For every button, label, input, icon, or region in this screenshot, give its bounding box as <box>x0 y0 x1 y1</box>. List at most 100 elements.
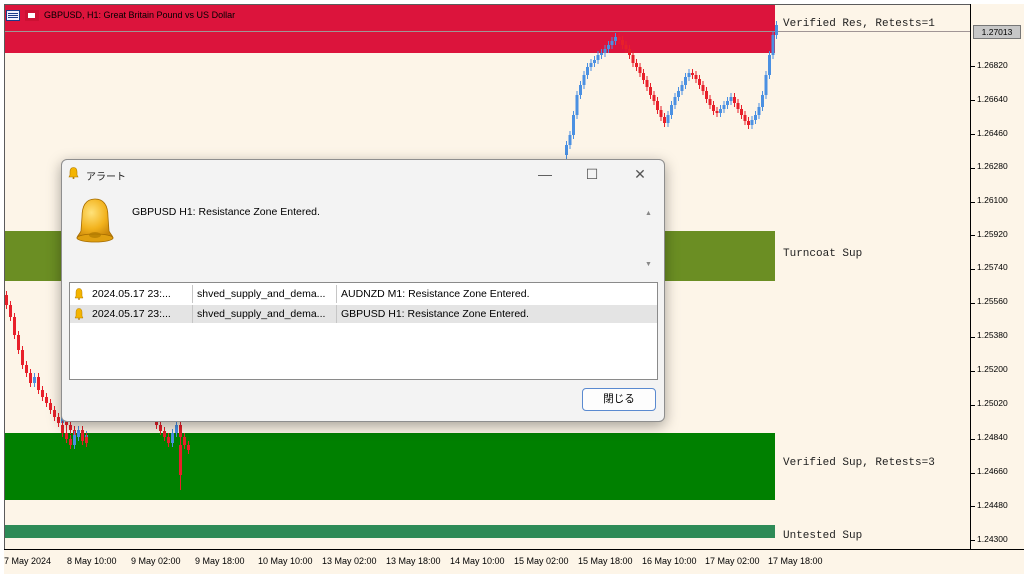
candle-body <box>736 103 740 109</box>
candle-body <box>747 121 750 125</box>
candle-body <box>673 97 677 105</box>
scroll-up-arrow-icon[interactable]: ▲ <box>645 210 652 217</box>
candle-body <box>642 73 645 80</box>
candle-body <box>631 55 635 63</box>
zone-label-untested-sup: Untested Sup <box>783 530 863 542</box>
candle-body <box>768 55 771 75</box>
zone-label-verified-sup: Verified Sup, Retests=3 <box>783 457 935 469</box>
candle-body <box>582 75 586 85</box>
candle-body <box>701 85 705 91</box>
price-axis-label: 1.24660 <box>977 466 1008 476</box>
candle-body <box>163 431 166 437</box>
zone-label-verified-res: Verified Res, Retests=1 <box>783 18 935 30</box>
candle-body <box>726 101 729 105</box>
candle-body <box>663 117 666 123</box>
alert-time: 2024.05.17 23:... <box>92 308 171 320</box>
time-axis-label: 8 May 10:00 <box>67 556 117 566</box>
alerts-list[interactable]: 2024.05.17 23:... shved_supply_and_dema.… <box>69 282 658 380</box>
candle-body <box>53 410 56 417</box>
candle-body <box>740 109 743 115</box>
dialog-title: アラート <box>86 172 126 183</box>
candle-body <box>722 105 726 109</box>
price-axis-label: 1.25560 <box>977 296 1008 306</box>
time-axis-label: 17 May 02:00 <box>705 556 760 566</box>
candle-body <box>649 87 652 95</box>
candle-body <box>659 110 663 117</box>
candle-body <box>761 95 764 107</box>
candle-body <box>635 63 638 67</box>
candle-body <box>764 75 768 95</box>
candle-body <box>775 25 778 35</box>
time-axis-label: 15 May 18:00 <box>578 556 633 566</box>
maximize-button[interactable]: ☐ <box>577 164 607 184</box>
candle-body <box>656 101 659 110</box>
alert-source: shved_supply_and_dema... <box>192 285 336 303</box>
candle-body <box>680 85 684 91</box>
candle-body <box>705 91 708 99</box>
candle-body <box>572 115 575 135</box>
candle-body <box>743 115 747 121</box>
candle-body <box>712 105 715 111</box>
time-axis-label: 10 May 10:00 <box>258 556 313 566</box>
candle-body <box>589 63 593 67</box>
price-axis-label: 1.25380 <box>977 330 1008 340</box>
candle-body <box>708 99 712 105</box>
price-axis-label: 1.26640 <box>977 94 1008 104</box>
price-axis-label: 1.26280 <box>977 161 1008 171</box>
alert-source: shved_supply_and_dema... <box>192 305 336 323</box>
close-button[interactable]: 閉じる <box>582 388 656 411</box>
candle-body <box>37 377 40 390</box>
price-axis-label: 1.25200 <box>977 364 1008 374</box>
candle-body <box>29 373 32 383</box>
chart-title: GBPUSD, H1: Great Britain Pound vs US Do… <box>44 10 236 20</box>
time-axis-label: 15 May 02:00 <box>514 556 569 566</box>
candle-body <box>9 305 12 317</box>
close-window-button[interactable]: ✕ <box>625 164 655 184</box>
candle-body <box>694 75 698 79</box>
time-axis-label: 9 May 02:00 <box>131 556 181 566</box>
candle-body <box>733 97 736 103</box>
price-axis-label: 1.24480 <box>977 500 1008 510</box>
candle-body <box>73 435 76 445</box>
bell-icon <box>68 167 79 179</box>
price-axis[interactable]: 1.27013 1.26820 1.26640 1.26460 1.26280 … <box>970 4 1024 549</box>
price-axis-label: 1.25740 <box>977 262 1008 272</box>
candle-body <box>715 111 719 113</box>
alert-message: GBPUSD H1: Resistance Zone Entered. <box>132 206 320 218</box>
trade-panel-icon[interactable] <box>25 9 39 21</box>
candle-body <box>17 335 20 350</box>
minimize-button[interactable]: — <box>530 164 560 184</box>
price-axis-label: 1.26100 <box>977 195 1008 205</box>
candle-body <box>652 95 656 101</box>
time-axis-label: 16 May 10:00 <box>642 556 697 566</box>
candle-body <box>57 417 60 423</box>
candle-body <box>600 53 603 55</box>
candle-body <box>719 109 722 113</box>
candle-body <box>750 120 754 125</box>
candle-body <box>5 295 8 305</box>
scroll-down-arrow-icon[interactable]: ▼ <box>645 261 652 268</box>
alert-row-message: GBPUSD H1: Resistance Zone Entered. <box>336 305 656 323</box>
price-axis-label: 1.24840 <box>977 432 1008 442</box>
candle-body <box>85 437 88 443</box>
chart-menu-icon[interactable] <box>6 9 20 21</box>
candle-body <box>729 97 733 101</box>
dialog-titlebar[interactable]: アラート — ☐ ✕ <box>62 160 664 188</box>
time-axis-label: 14 May 10:00 <box>450 556 505 566</box>
time-axis-label: 13 May 02:00 <box>322 556 377 566</box>
candle-body <box>771 35 775 55</box>
current-price-box: 1.27013 <box>973 25 1021 39</box>
candle-body <box>171 433 174 443</box>
price-axis-label: 1.25920 <box>977 229 1008 239</box>
time-axis-label: 13 May 18:00 <box>386 556 441 566</box>
time-axis[interactable]: 7 May 2024 8 May 10:00 9 May 02:00 9 May… <box>4 549 1024 574</box>
candle-body <box>33 377 36 383</box>
time-axis-label: 17 May 18:00 <box>768 556 823 566</box>
candle-body <box>586 67 589 75</box>
alert-time: 2024.05.17 23:... <box>92 288 171 300</box>
alert-dialog: アラート — ☐ ✕ GBPUSD H1: Resistance Zone En… <box>61 159 665 422</box>
candle-body <box>617 37 621 40</box>
table-row[interactable]: 2024.05.17 23:... shved_supply_and_dema.… <box>70 285 657 303</box>
table-row[interactable]: 2024.05.17 23:... shved_supply_and_dema.… <box>70 305 657 323</box>
candle-body <box>596 55 600 60</box>
